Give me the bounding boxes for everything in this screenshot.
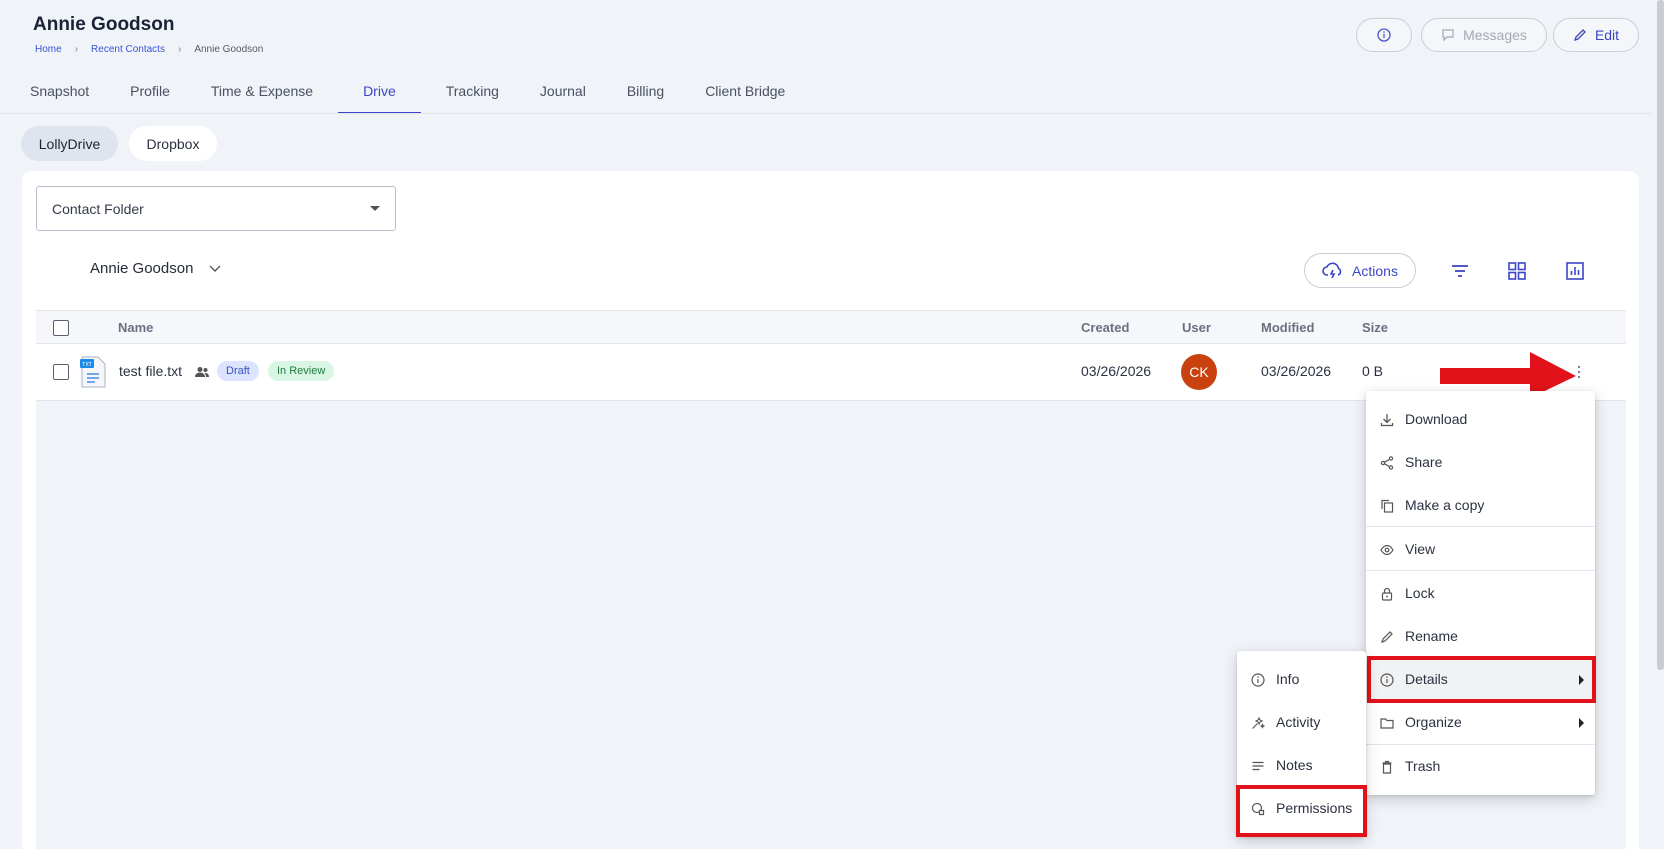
folder-icon [1379,715,1394,730]
permissions-shield-icon [1250,801,1265,816]
table-header: Name Created User Modified Size [36,310,1626,344]
tab-billing[interactable]: Billing [611,72,680,114]
page-scrollbar[interactable] [1657,0,1664,670]
chevron-right-icon: › [177,44,182,55]
tab-tracking[interactable]: Tracking [430,72,515,114]
storage-tab-lollydrive[interactable]: LollyDrive [21,126,118,161]
column-size[interactable]: Size [1362,320,1388,335]
tab-snapshot[interactable]: Snapshot [14,72,105,114]
pencil-icon [1379,629,1394,644]
messages-label: Messages [1463,27,1527,43]
tab-journal[interactable]: Journal [524,72,602,114]
folder-select[interactable]: Contact Folder [36,186,396,231]
column-user[interactable]: User [1182,320,1211,335]
submenu-item-info[interactable]: Info [1237,658,1366,701]
edit-label: Edit [1594,27,1620,43]
tab-client-bridge[interactable]: Client Bridge [689,72,801,114]
menu-divider [1366,526,1595,527]
chevron-down-icon [209,265,221,272]
menu-item-details[interactable]: Details [1366,658,1595,701]
file-name[interactable]: test file.txt [119,363,182,379]
caret-down-icon [370,206,380,211]
caret-right-icon [1579,675,1584,685]
shared-users-icon [195,367,209,377]
trash-icon [1379,759,1394,774]
menu-divider [1366,570,1595,571]
submenu-item-permissions[interactable]: Permissions [1237,787,1366,830]
actions-button[interactable]: Actions [1304,253,1416,288]
eye-icon [1379,542,1394,557]
menu-item-share[interactable]: Share [1366,441,1595,484]
tab-time-expense[interactable]: Time & Expense [195,72,329,114]
tabs-divider [0,113,1652,114]
submenu-item-notes[interactable]: Notes [1237,744,1366,787]
messages-button[interactable]: Messages [1421,18,1547,52]
owner-dropdown[interactable]: Annie Goodson [90,260,221,277]
menu-item-download[interactable]: Download [1366,398,1595,441]
chart-icon[interactable] [1563,259,1587,283]
notes-lines-icon [1250,758,1265,773]
breadcrumb-recent-contacts[interactable]: Recent Contacts [91,44,165,55]
tab-drive[interactable]: Drive [338,72,421,114]
info-button[interactable] [1356,18,1412,52]
info-icon [1377,28,1391,42]
menu-item-make-a-copy[interactable]: Make a copy [1366,484,1595,527]
info-icon [1250,672,1265,687]
share-icon [1379,455,1394,470]
menu-item-rename[interactable]: Rename [1366,615,1595,658]
contact-tabs: Snapshot Profile Time & Expense Drive Tr… [14,72,810,114]
caret-right-icon [1579,718,1584,728]
txt-file-icon: TXT [80,356,106,388]
modified-date: 03/26/2026 [1261,363,1332,379]
pencil-icon [1573,29,1586,42]
select-all-checkbox[interactable] [53,320,69,336]
grid-view-icon[interactable] [1505,259,1529,283]
breadcrumb: Home › Recent Contacts › Annie Goodson [35,44,263,55]
info-icon [1379,672,1394,687]
filter-icon[interactable] [1448,259,1472,283]
download-icon [1379,412,1394,427]
storage-tab-dropbox[interactable]: Dropbox [129,126,217,161]
chat-icon [1442,29,1454,42]
chevron-right-icon: › [74,44,79,55]
row-checkbox[interactable] [53,364,69,380]
file-context-menu: Download Share Make a copy View Lock Ren… [1366,391,1595,795]
submenu-item-activity[interactable]: Activity [1237,701,1366,744]
copy-icon [1379,498,1394,513]
created-date: 03/26/2026 [1081,363,1152,379]
lock-icon [1379,586,1394,601]
details-submenu: Info Activity Notes Permissions [1237,651,1366,837]
column-name[interactable]: Name [118,320,153,335]
menu-item-lock[interactable]: Lock [1366,572,1595,615]
page-header: Annie Goodson Home › Recent Contacts › A… [0,0,1664,114]
menu-item-view[interactable]: View [1366,528,1595,571]
file-size: 0 B [1362,363,1384,379]
breadcrumb-current: Annie Goodson [194,44,264,55]
page-title: Annie Goodson [33,14,175,35]
status-badge-in-review: In Review [268,361,335,381]
cloud-lightning-icon [1322,262,1342,278]
breadcrumb-home[interactable]: Home [35,44,62,55]
file-type-label: TXT [81,362,92,368]
menu-item-organize[interactable]: Organize [1366,701,1595,744]
edit-button[interactable]: Edit [1553,18,1639,52]
status-badge-draft: Draft [217,361,259,381]
tab-profile[interactable]: Profile [114,72,186,114]
avatar: CK [1181,354,1217,390]
activity-sparkle-icon [1250,715,1265,730]
column-modified[interactable]: Modified [1261,320,1314,335]
more-options-icon[interactable] [1576,366,1582,378]
folder-select-value: Contact Folder [52,200,144,217]
column-created[interactable]: Created [1081,320,1129,335]
actions-label: Actions [1352,262,1398,279]
menu-item-trash[interactable]: Trash [1366,745,1595,788]
owner-name: Annie Goodson [90,260,194,277]
